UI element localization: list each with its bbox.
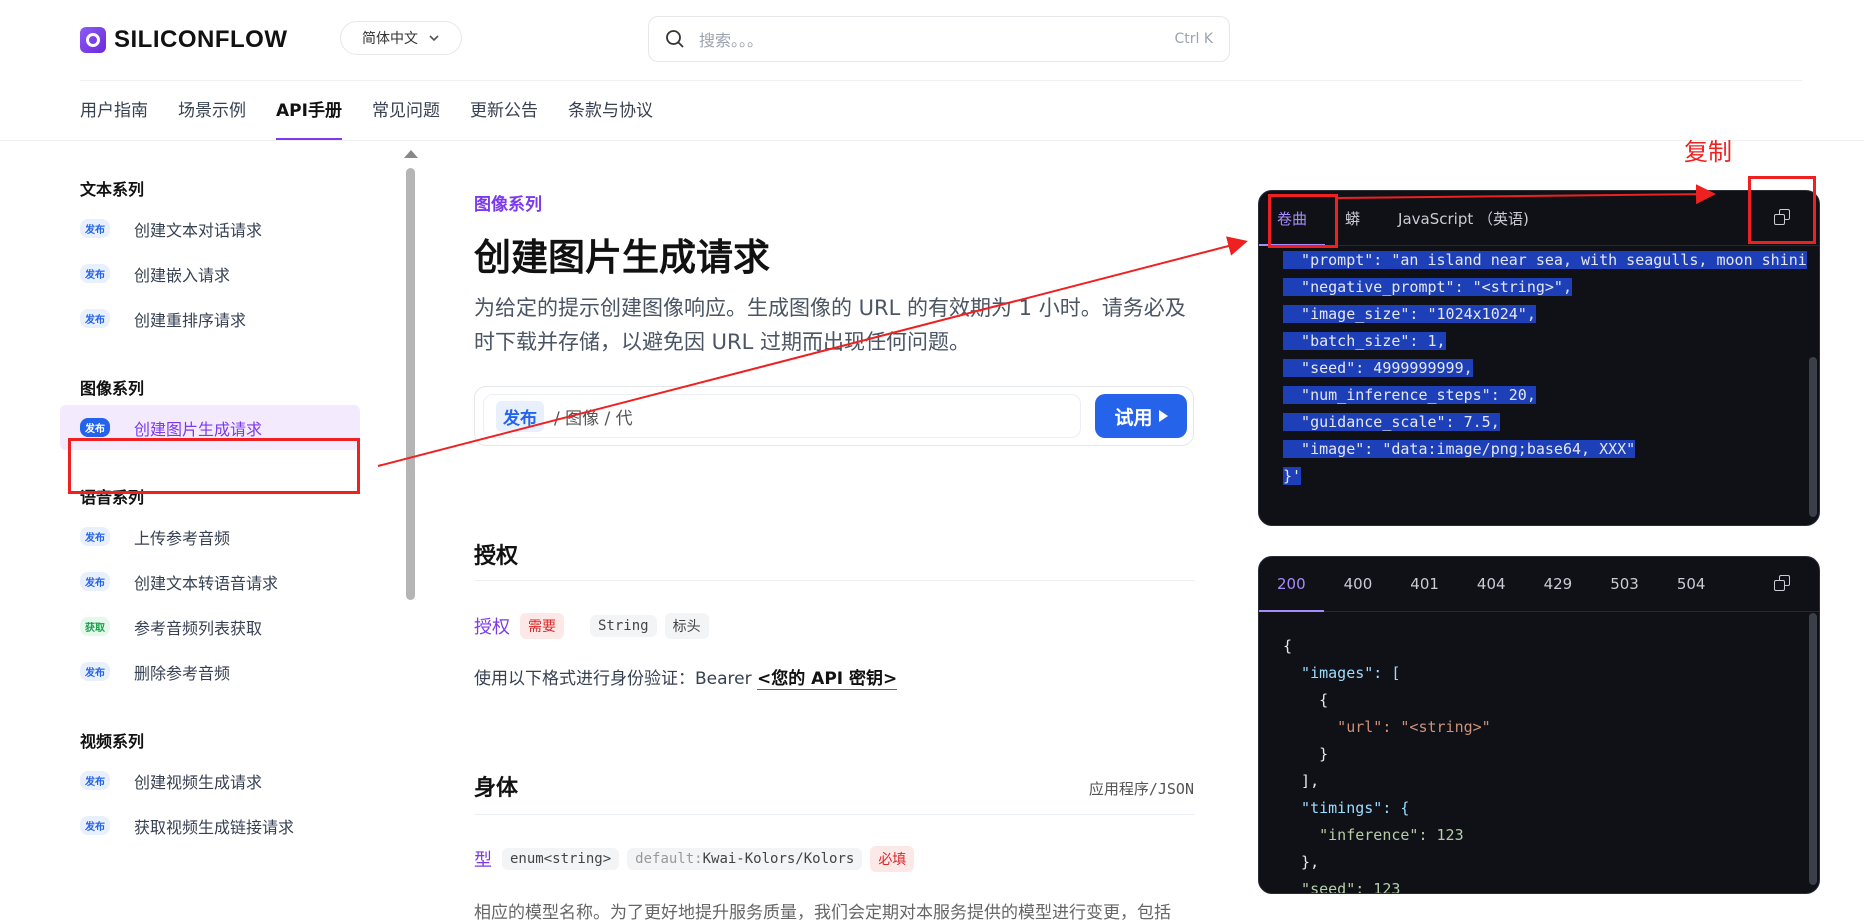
annotation-arrow [377,236,1248,467]
annotation-arrow [1337,184,1716,205]
annotation-arrows [377,184,1716,467]
